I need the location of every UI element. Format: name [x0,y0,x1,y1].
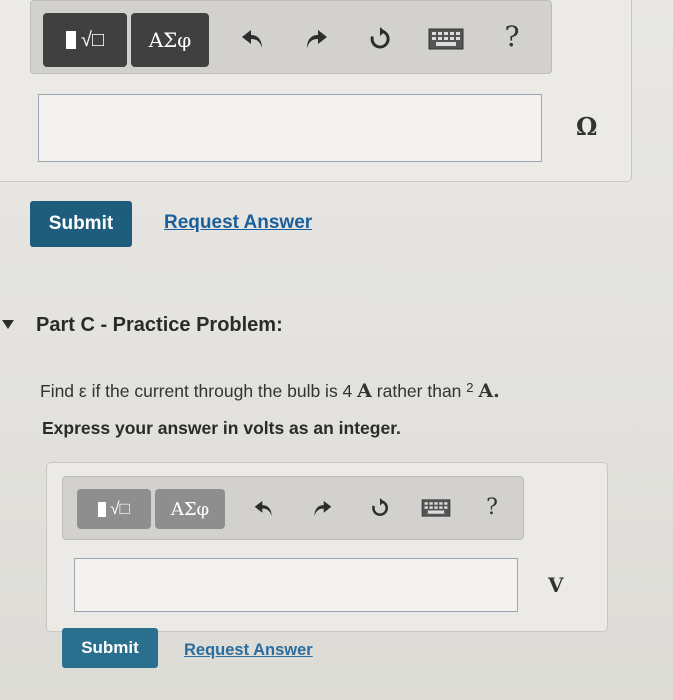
help-button[interactable]: ? [479,491,505,523]
keyboard-icon[interactable] [419,497,453,519]
square-template-icon [98,501,107,517]
part-c-unit-label: V [548,573,564,597]
part-c-instruction-text: Express your answer in volts as an integ… [42,418,401,438]
redo-icon[interactable] [299,21,333,57]
part-b-submit-label: Submit [48,213,114,234]
question-unit-1: A [357,380,372,402]
square-template-icon [65,31,76,49]
part-b-unit-label: Ω [576,112,597,141]
greek-symbols-button[interactable]: ΑΣφ [131,13,209,67]
part-b-answer-input[interactable] [38,94,542,162]
part-c-answer-input[interactable] [74,558,518,612]
sqrt-template-label: √□ [110,499,130,518]
part-b-unit-text: Ω [576,112,598,141]
part-b-submit-button[interactable]: Submit [30,201,132,247]
help-label: ? [486,494,498,520]
part-c-request-answer-link[interactable]: Request Answer [184,641,313,660]
undo-icon[interactable] [249,493,279,523]
greek-symbols-label: ΑΣφ [148,28,192,52]
collapse-arrow-icon[interactable] [0,316,16,334]
part-c-request-answer-label: Request Answer [184,641,313,659]
undo-icon[interactable] [236,21,270,57]
greek-symbols-button[interactable]: ΑΣφ [155,489,225,529]
part-c-submit-button[interactable]: Submit [62,628,158,668]
part-c-math-toolbar: √□ ΑΣφ ? [62,476,524,540]
help-button[interactable]: ? [497,17,527,55]
part-c-question: Find ε if the current through the bulb i… [40,380,500,402]
question-prefix: Find ε if the current through the bulb i… [40,381,358,401]
part-b-math-toolbar: √□ ΑΣφ ? [30,0,552,74]
part-b-request-answer-label: Request Answer [164,212,313,233]
reset-icon[interactable] [365,493,395,523]
question-value-2: 2 [466,380,474,395]
keyboard-icon[interactable] [427,26,465,52]
greek-symbols-label: ΑΣφ [170,498,210,520]
part-c-submit-label: Submit [81,638,139,657]
part-c-title-text: Part C - Practice Problem: [36,314,283,336]
part-c-title: Part C - Practice Problem: [36,314,283,337]
sqrt-template-label: √□ [80,28,105,51]
part-c-unit-text: V [548,573,564,597]
templates-button[interactable]: √□ [77,489,151,529]
help-label: ? [504,19,520,53]
part-b-request-answer-link[interactable]: Request Answer [164,212,312,234]
question-unit-2: A. [478,380,500,402]
redo-icon[interactable] [307,493,337,523]
reset-icon[interactable] [363,21,397,57]
part-c-instruction: Express your answer in volts as an integ… [42,418,401,439]
question-mid: rather than [371,381,467,401]
templates-button[interactable]: √□ [43,13,127,67]
